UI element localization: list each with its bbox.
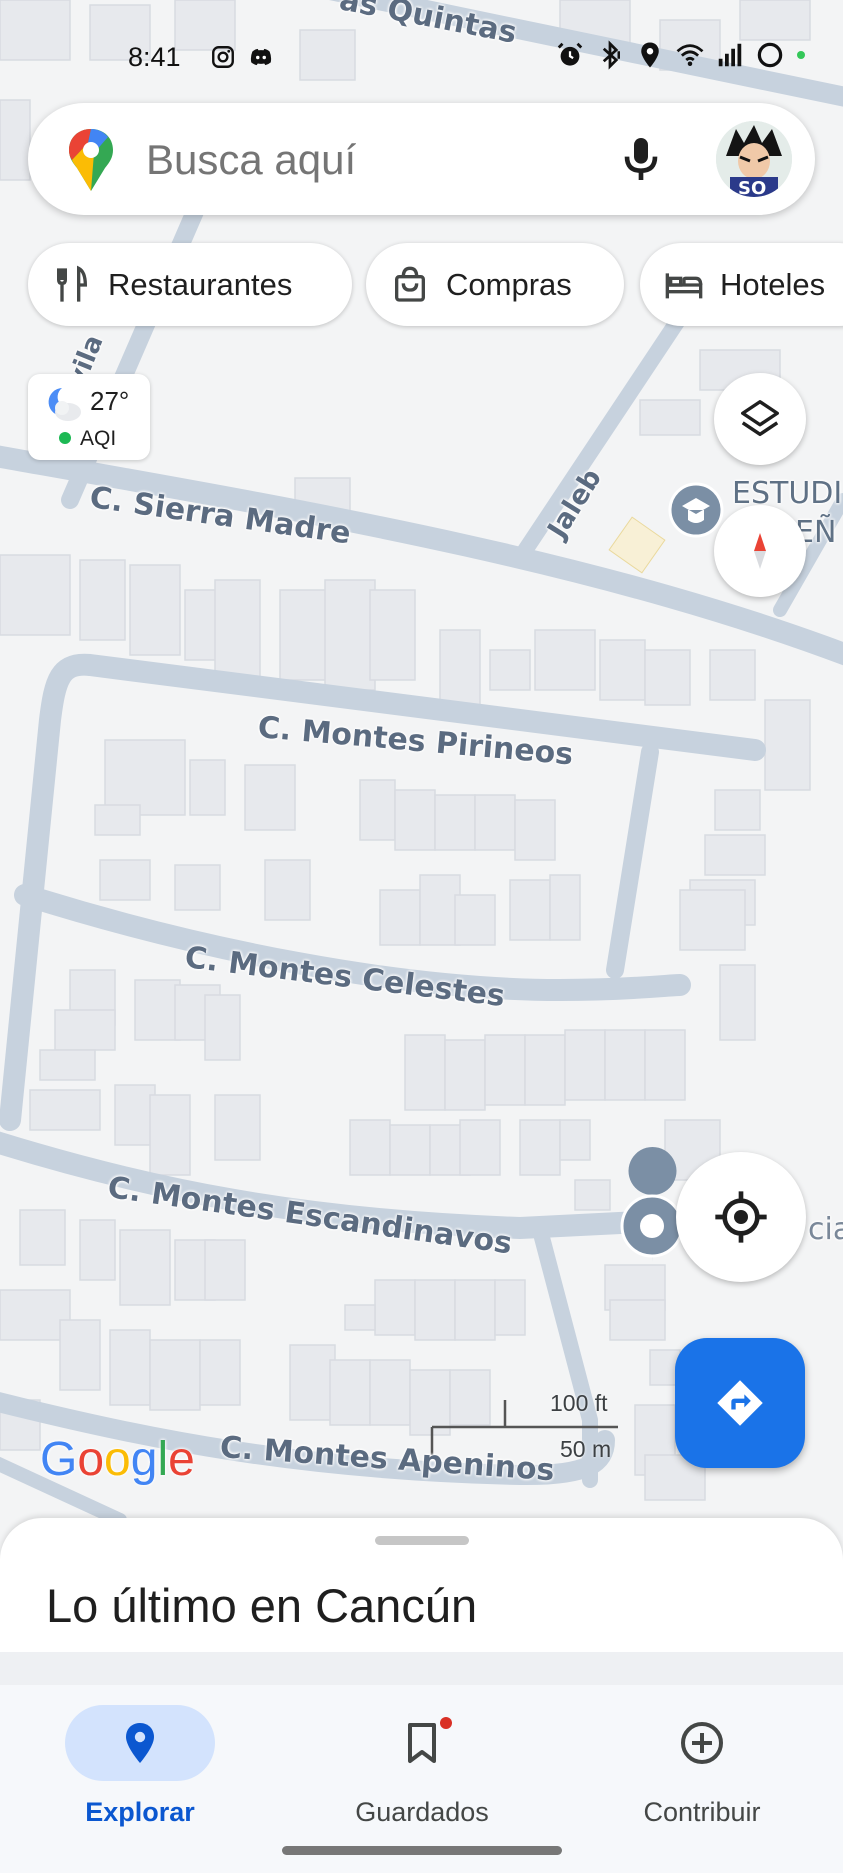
home-indicator[interactable]: [282, 1846, 562, 1855]
discord-icon: [250, 48, 272, 66]
battery-ring-icon: [757, 42, 783, 68]
aqi-status-dot: [59, 432, 71, 444]
bottom-navigation: Explorar Guardados Contribuir: [0, 1685, 843, 1873]
nav-explore[interactable]: Explorar: [10, 1695, 270, 1835]
google-letter: o: [77, 1433, 105, 1486]
explore-pin-icon: [126, 1723, 154, 1763]
chip-label: Restaurantes: [108, 266, 293, 302]
status-icons: [555, 40, 807, 70]
nav-label-contribute: Contribuir: [643, 1797, 761, 1827]
google-letter: G: [40, 1433, 78, 1486]
search-bar[interactable]: SO: [28, 103, 815, 215]
weather-widget[interactable]: 27° AQI: [28, 374, 150, 460]
partly-cloudy-night-icon: [48, 388, 81, 421]
bookmark-icon: [408, 1723, 436, 1763]
weather-temperature: 27°: [90, 386, 130, 416]
chip-shopping[interactable]: Compras: [366, 243, 624, 326]
privacy-dot-icon: [797, 51, 805, 59]
scale-feet: 100 ft: [550, 1390, 608, 1416]
google-letter: o: [104, 1433, 131, 1486]
directions-icon: [717, 1380, 763, 1426]
chip-label: Compras: [446, 266, 572, 302]
add-circle-icon: [681, 1722, 723, 1764]
compass-button[interactable]: [714, 505, 806, 597]
wifi-icon: [676, 44, 704, 66]
microphone-icon[interactable]: [613, 131, 669, 187]
google-letter: e: [168, 1433, 195, 1486]
google-logo: Google: [40, 1432, 195, 1487]
google-letter: l: [157, 1433, 169, 1486]
my-location-button[interactable]: [676, 1152, 806, 1282]
map-canvas[interactable]: as Quintas vila C. Sierra Madre Jaleb C.…: [0, 0, 843, 1540]
status-bar: 8:41: [0, 28, 843, 88]
nav-label-saved: Guardados: [355, 1797, 489, 1827]
nav-saved[interactable]: Guardados: [292, 1695, 552, 1835]
chip-hotels[interactable]: Hoteles: [640, 243, 843, 326]
scale-meters: 50 m: [560, 1436, 612, 1462]
maps-logo-icon: [69, 129, 113, 191]
directions-button[interactable]: [675, 1338, 805, 1468]
chip-restaurants[interactable]: Restaurantes: [28, 243, 352, 326]
instagram-icon: [212, 46, 234, 68]
notification-dot: [440, 1717, 452, 1729]
map-graphics: [0, 0, 843, 1540]
sheet-drag-handle[interactable]: [375, 1536, 469, 1545]
explore-bottom-sheet[interactable]: Lo último en Cancún: [0, 1518, 843, 1653]
chip-label: Hoteles: [720, 266, 826, 302]
compass-icon: [754, 533, 766, 569]
layers-icon: [741, 400, 779, 437]
status-time: 8:41: [128, 42, 181, 72]
bed-icon: [665, 272, 703, 298]
fork-knife-icon: [57, 265, 88, 302]
search-input[interactable]: [146, 136, 586, 184]
aqi-label: AQI: [80, 427, 117, 450]
profile-avatar[interactable]: SO: [716, 121, 792, 197]
layers-button[interactable]: [714, 373, 806, 465]
avatar-image: SO: [716, 121, 792, 197]
location-icon: [641, 42, 659, 68]
sheet-divider: [0, 1652, 843, 1685]
sheet-title: Lo último en Cancún: [46, 1579, 478, 1632]
google-letter: g: [130, 1433, 158, 1486]
alarm-icon: [557, 42, 583, 66]
bluetooth-icon: [602, 40, 620, 70]
shopping-bag-icon: [395, 266, 425, 302]
svg-text:SO: SO: [738, 178, 766, 197]
nav-label-explore: Explorar: [85, 1797, 195, 1827]
crosshair-icon: [715, 1191, 767, 1243]
signal-icon: [718, 43, 742, 67]
partial-place-label[interactable]: cia: [808, 1212, 843, 1247]
nav-contribute[interactable]: Contribuir: [572, 1695, 832, 1835]
